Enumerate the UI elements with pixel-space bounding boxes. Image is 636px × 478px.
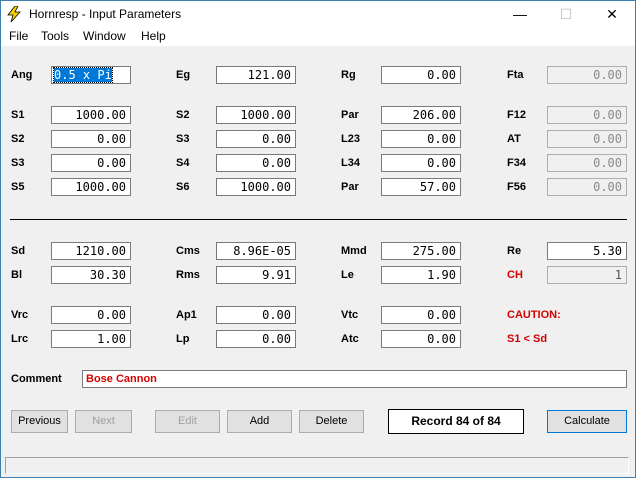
- f34-field[interactable]: 0.00: [547, 154, 627, 172]
- caution-title: CAUTION:: [507, 309, 561, 321]
- f12-field[interactable]: 0.00: [547, 106, 627, 124]
- label-ang: Ang: [11, 69, 33, 81]
- delete-button[interactable]: Delete: [299, 410, 364, 433]
- f56-field[interactable]: 0.00: [547, 178, 627, 196]
- menu-tools[interactable]: Tools: [41, 29, 69, 43]
- edit-button[interactable]: Edit: [155, 410, 220, 433]
- label-f12: F12: [507, 109, 526, 121]
- label-cms: Cms: [176, 245, 200, 257]
- atc-field[interactable]: 0.00: [381, 330, 461, 348]
- label-s2: S2: [11, 133, 25, 145]
- vtc-field[interactable]: 0.00: [381, 306, 461, 324]
- close-button[interactable]: ✕: [589, 1, 635, 27]
- label-ap1: Ap1: [176, 309, 197, 321]
- label-vtc: Vtc: [341, 309, 359, 321]
- label-s3-seg2: S3: [176, 133, 190, 145]
- caution-message: S1 < Sd: [507, 333, 548, 345]
- comment-field[interactable]: Bose Cannon: [82, 370, 627, 388]
- label-rg: Rg: [341, 69, 356, 81]
- maximize-button[interactable]: ☐: [543, 1, 589, 27]
- window-title: Hornresp - Input Parameters: [29, 7, 182, 21]
- label-vrc: Vrc: [11, 309, 29, 321]
- status-panel: [5, 457, 629, 474]
- previous-button[interactable]: Previous: [11, 410, 68, 433]
- bl-field[interactable]: 30.30: [51, 266, 131, 284]
- menu-bar: File Tools Window Help: [1, 27, 635, 46]
- label-l23: L23: [341, 133, 360, 145]
- lightning-bolt-icon: [7, 6, 21, 22]
- l23-field[interactable]: 0.00: [381, 130, 461, 148]
- label-le: Le: [341, 269, 354, 281]
- label-comment: Comment: [11, 373, 62, 385]
- cms-field[interactable]: 8.96E-05: [216, 242, 296, 260]
- label-s2-seg1: S2: [176, 109, 190, 121]
- rg-field[interactable]: 0.00: [381, 66, 461, 84]
- vrc-field[interactable]: 0.00: [51, 306, 131, 324]
- s6-field[interactable]: 1000.00: [216, 178, 296, 196]
- ang-field[interactable]: 0.5 x Pi: [51, 66, 131, 84]
- s4-field[interactable]: 0.00: [216, 154, 296, 172]
- label-sd: Sd: [11, 245, 26, 257]
- s1-field[interactable]: 1000.00: [51, 106, 131, 124]
- lp-field[interactable]: 0.00: [216, 330, 296, 348]
- label-s6: S6: [176, 181, 190, 193]
- sd-field[interactable]: 1210.00: [51, 242, 131, 260]
- ap1-field[interactable]: 0.00: [216, 306, 296, 324]
- mmd-field[interactable]: 275.00: [381, 242, 461, 260]
- label-s4: S4: [176, 157, 190, 169]
- section-divider: [10, 219, 627, 220]
- l34-field[interactable]: 0.00: [381, 154, 461, 172]
- menu-window[interactable]: Window: [83, 29, 126, 43]
- s2-field[interactable]: 0.00: [51, 130, 131, 148]
- label-atc: Atc: [341, 333, 359, 345]
- record-counter: Record 84 of 84: [388, 409, 524, 434]
- label-lp: Lp: [176, 333, 190, 345]
- label-par2: Par: [341, 181, 359, 193]
- label-f34: F34: [507, 157, 526, 169]
- eg-field[interactable]: 121.00: [216, 66, 296, 84]
- label-l34: L34: [341, 157, 360, 169]
- label-re: Re: [507, 245, 522, 257]
- s3-field[interactable]: 0.00: [51, 154, 131, 172]
- fta-field[interactable]: 0.00: [547, 66, 627, 84]
- menu-file[interactable]: File: [9, 29, 28, 43]
- label-bl: Bl: [11, 269, 22, 281]
- le-field[interactable]: 1.90: [381, 266, 461, 284]
- label-ch: CH: [507, 269, 523, 281]
- rms-field[interactable]: 9.91: [216, 266, 296, 284]
- label-fta: Fta: [507, 69, 524, 81]
- add-button[interactable]: Add: [227, 410, 292, 433]
- next-button[interactable]: Next: [75, 410, 132, 433]
- title-bar: Hornresp - Input Parameters — ☐ ✕: [1, 1, 635, 27]
- calculate-button[interactable]: Calculate: [547, 410, 627, 433]
- par2-field[interactable]: 57.00: [381, 178, 461, 196]
- menu-help[interactable]: Help: [141, 29, 166, 43]
- re-field[interactable]: 5.30: [547, 242, 627, 260]
- label-eg: Eg: [176, 69, 191, 81]
- label-s1: S1: [11, 109, 25, 121]
- hornresp-window: Hornresp - Input Parameters — ☐ ✕ File T…: [0, 0, 636, 478]
- label-par1: Par: [341, 109, 359, 121]
- label-lrc: Lrc: [11, 333, 29, 345]
- label-f56: F56: [507, 181, 526, 193]
- label-rms: Rms: [176, 269, 200, 281]
- ch-field[interactable]: 1: [547, 266, 627, 284]
- label-mmd: Mmd: [341, 245, 367, 257]
- minimize-button[interactable]: —: [497, 1, 543, 27]
- s2-seg1-field[interactable]: 1000.00: [216, 106, 296, 124]
- lrc-field[interactable]: 1.00: [51, 330, 131, 348]
- status-bar: [1, 454, 635, 477]
- s5-field[interactable]: 1000.00: [51, 178, 131, 196]
- parameter-form: Ang 0.5 x Pi Eg 121.00 Rg 0.00 Fta 0.00 …: [1, 46, 635, 454]
- label-s3: S3: [11, 157, 25, 169]
- ang-value: 0.5 x Pi: [53, 67, 113, 83]
- label-at: AT: [507, 133, 521, 145]
- par1-field[interactable]: 206.00: [381, 106, 461, 124]
- at-field[interactable]: 0.00: [547, 130, 627, 148]
- label-s5: S5: [11, 181, 25, 193]
- s3-seg2-field[interactable]: 0.00: [216, 130, 296, 148]
